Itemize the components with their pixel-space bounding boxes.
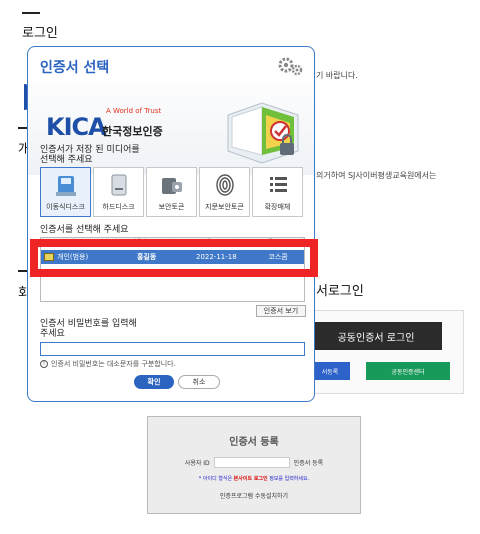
case-sensitive-hint-text: 인증서 비밀번호는 대소문자를 구분합니다. <box>51 360 176 368</box>
media-hard-disk-label: 하드디스크 <box>102 203 135 211</box>
media-fingerprint-token-label: 지문보안토큰 <box>205 203 244 211</box>
user-id-input[interactable] <box>213 457 290 468</box>
password-input[interactable] <box>40 342 305 356</box>
login-section-title: 로그인 <box>22 26 58 41</box>
usb-drive-icon <box>55 176 76 196</box>
password-label-line1: 인증서 비밀번호를 입력해 <box>40 319 137 329</box>
cert-select-dialog: 인증서 선택 KICA A World of Trust 한국정보인증 인증서가… <box>27 46 315 402</box>
cancel-button[interactable]: 취소 <box>178 375 220 389</box>
info-icon: ! <box>40 360 48 368</box>
media-hard-disk[interactable]: 하드디스크 <box>93 167 144 217</box>
media-security-token[interactable]: 보안토큰 <box>146 167 197 217</box>
hard-disk-icon <box>111 174 126 196</box>
media-extended[interactable]: 확장매체 <box>252 167 303 217</box>
dialog-title: 인증서 선택 <box>40 60 110 76</box>
cert-select-label: 인증서를 선택해 주세요 <box>40 225 129 235</box>
kica-logo: KICA A World of Trust 한국정보인증 <box>46 103 186 143</box>
cert-register-title: 인증서 등록 <box>229 437 279 448</box>
selected-cert-highlight <box>30 239 318 277</box>
ok-button[interactable]: 확인 <box>134 375 174 389</box>
id-format-note-part3: 정보를 입력하세요. <box>267 476 310 482</box>
joint-cert-center-button[interactable]: 공동인증센터 <box>366 362 450 380</box>
login-hint-text: 기 바랍니다. <box>316 71 358 80</box>
cert-register-link[interactable]: 인증서 등록 <box>294 458 324 467</box>
media-extended-label: 확장매체 <box>264 203 291 211</box>
media-usb-drive-label: 이동식디스크 <box>46 203 85 211</box>
security-token-icon <box>161 178 182 194</box>
case-sensitive-hint: ! 인증서 비밀번호는 대소문자를 구분합니다. <box>40 359 176 369</box>
section2-text: 의거하여 SJ사이버평생교육원에서는 <box>316 171 437 180</box>
kica-logo-mark: KICA <box>46 113 107 141</box>
user-id-row: 사용자 ID 인증서 등록 <box>148 457 360 468</box>
password-label: 인증서 비밀번호를 입력해 주세요 <box>40 319 137 339</box>
media-label: 인증서가 저장 된 미디어를 선택해 주세요 <box>40 145 140 165</box>
cert-register-button[interactable]: 서등록 <box>310 362 350 380</box>
media-usb-drive[interactable]: 이동식디스크 <box>40 167 91 217</box>
joint-cert-login-button[interactable]: 공동인증서 로그인 <box>310 322 442 350</box>
certificate-book-icon <box>227 102 299 164</box>
view-cert-button[interactable]: 인증서 보기 <box>256 305 306 317</box>
gear-icon[interactable] <box>276 55 304 77</box>
media-label-line2: 선택해 주세요 <box>40 155 93 165</box>
media-options: 이동식디스크 하드디스크 보안토큰 지문보안토큰 확장매체 <box>40 167 303 217</box>
media-security-token-label: 보안토큰 <box>158 203 185 211</box>
user-id-label: 사용자 ID <box>184 460 210 467</box>
brand-name: 한국정보인증 <box>102 125 163 138</box>
manual-install-link[interactable]: 인증프로그램 수동설치하기 <box>148 491 360 500</box>
media-label-line1: 인증서가 저장 된 미디어를 <box>40 145 140 155</box>
password-label-line2: 주세요 <box>40 329 65 339</box>
id-format-note: * 아이디 형식은 본사이트 로그인 정보를 입력하세요. <box>148 475 360 482</box>
fingerprint-icon <box>215 174 234 196</box>
section-divider <box>22 12 40 14</box>
extended-media-icon <box>269 177 287 192</box>
cert-register-box: 인증서 등록 사용자 ID 인증서 등록 * 아이디 형식은 본사이트 로그인 … <box>147 416 361 514</box>
id-format-note-part2: 본사이트 로그인 <box>233 476 268 482</box>
media-fingerprint-token[interactable]: 지문보안토큰 <box>199 167 250 217</box>
id-format-note-part1: * 아이디 형식은 <box>198 476 234 482</box>
joint-cert-login-title: 서로그인 <box>316 284 364 299</box>
brand-tagline: A World of Trust <box>106 107 162 115</box>
